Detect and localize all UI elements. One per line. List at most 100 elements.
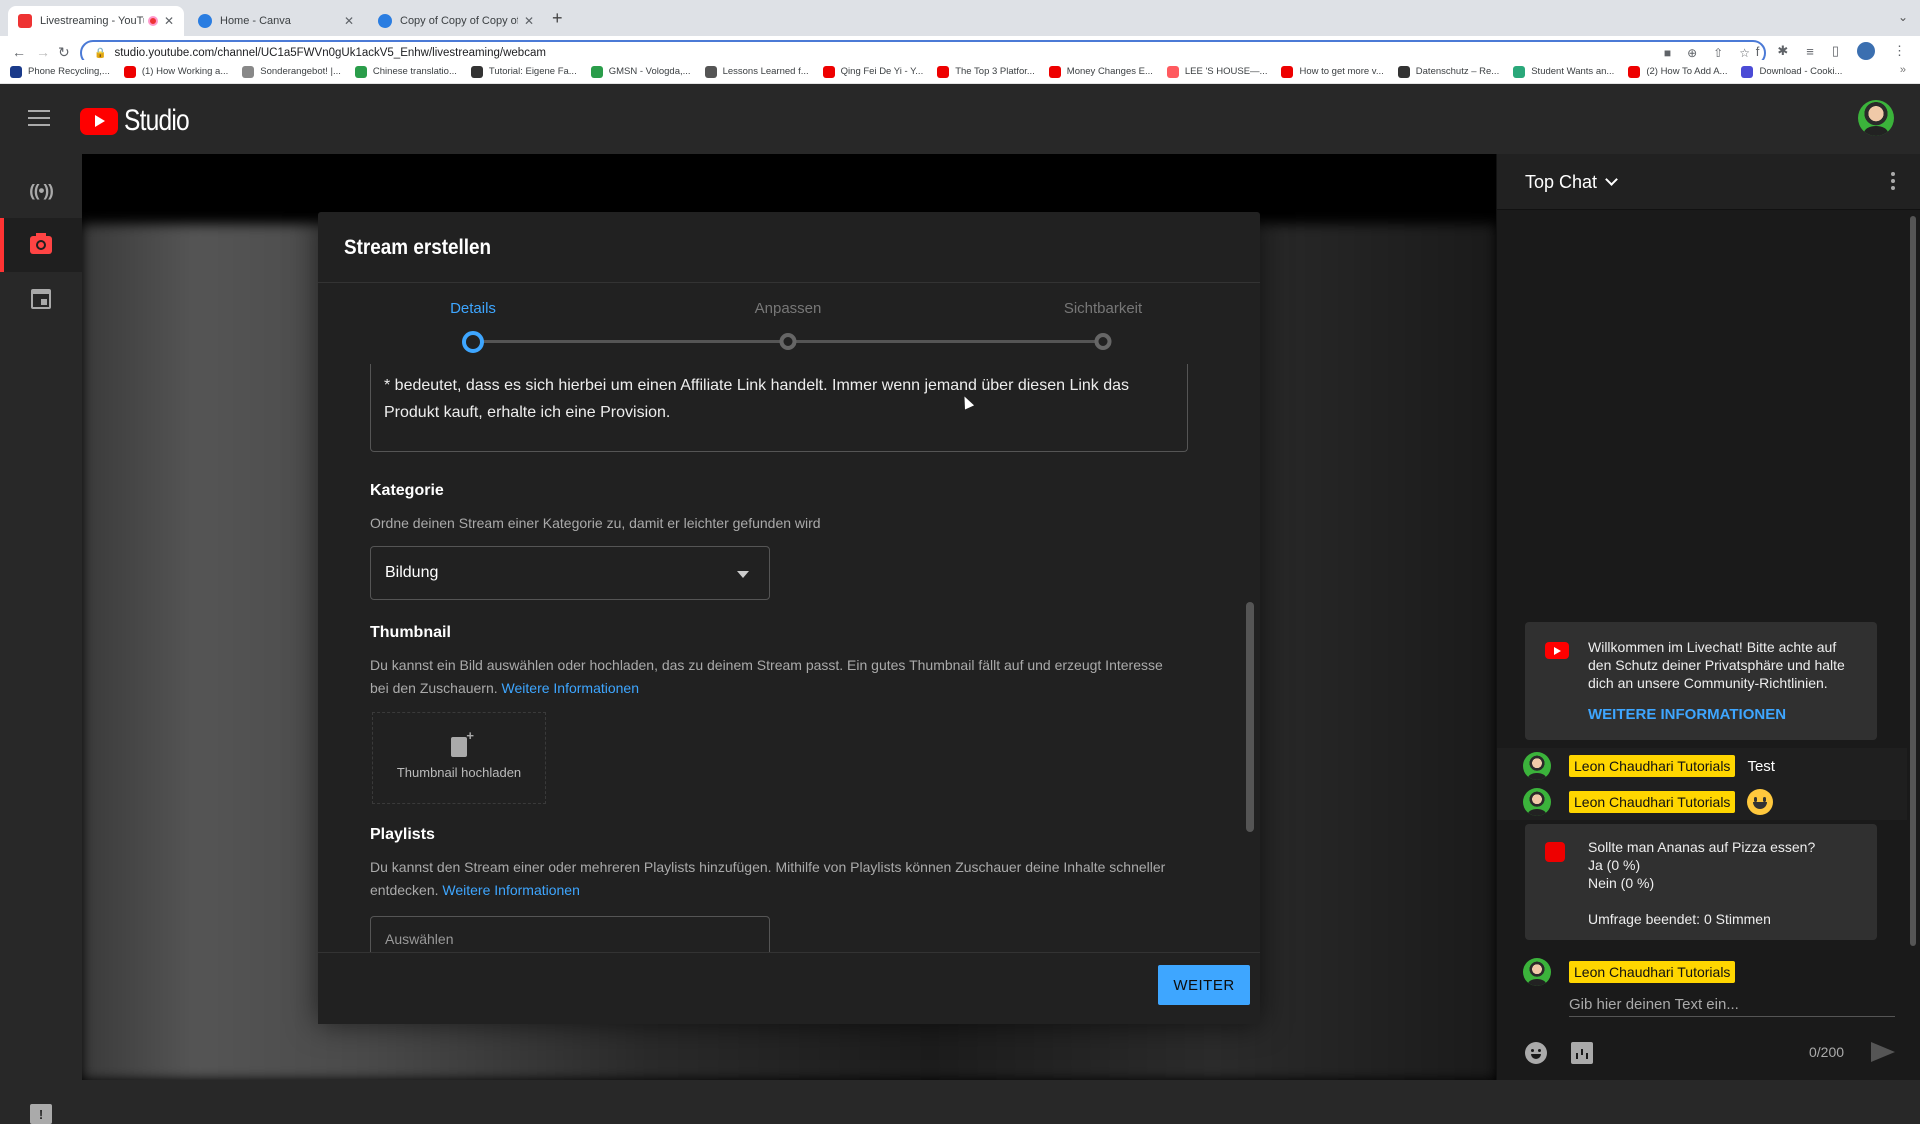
reload-button[interactable]: ↻ (58, 44, 70, 61)
poll-option: Ja (0 %) (1588, 857, 1641, 873)
back-button[interactable]: ← (12, 44, 26, 60)
add-photo-icon (451, 728, 474, 757)
poll-option: Nein (0 %) (1588, 875, 1655, 891)
bookmark-item[interactable]: GMSN - Vologda,... (590, 65, 691, 78)
poll-icon (1545, 842, 1565, 862)
bookmark-item[interactable]: Sonderangebot! |... (242, 65, 341, 78)
character-counter: 0/200 (1809, 1044, 1845, 1060)
browser-tab[interactable]: Copy of Copy of Copy of Copy ✕ (368, 6, 544, 36)
url-text: studio.youtube.com/channel/UC1a5FWVn0gUk… (114, 47, 546, 59)
nav-webcam[interactable] (0, 218, 82, 272)
browser-tab[interactable]: Livestreaming - YouTube Studio ✕ (8, 6, 184, 36)
step-visibility[interactable]: Sichtbarkeit (1064, 300, 1142, 317)
chat-mode-dropdown[interactable]: Top Chat (1525, 172, 1618, 193)
create-poll-icon[interactable] (1571, 1042, 1593, 1064)
feedback-icon[interactable]: ! (30, 1104, 52, 1124)
camera-icon[interactable]: ■ (1664, 46, 1671, 60)
bookmark-item[interactable]: Download - Cooki... (1741, 65, 1842, 78)
profile-avatar[interactable] (1857, 42, 1875, 60)
new-tab-button[interactable]: + (552, 8, 563, 29)
next-button[interactable]: WEITER (1158, 965, 1250, 1005)
poll-status: Umfrage beendet: 0 Stimmen (1588, 911, 1771, 927)
bookmark-item[interactable]: Phone Recycling,... (10, 65, 110, 78)
close-tab-icon[interactable]: ✕ (344, 14, 354, 28)
emoji-icon[interactable] (1525, 1042, 1547, 1064)
send-icon[interactable] (1871, 1042, 1895, 1062)
youtube-logo-icon (1545, 642, 1569, 659)
bookmarks-bar: Phone Recycling,... (1) How Working a... S… (0, 60, 1920, 84)
chevron-down-icon (1605, 173, 1618, 186)
bookmark-item[interactable]: The Top 3 Platfor... (937, 65, 1035, 78)
studio-logo[interactable]: Studio (80, 104, 203, 138)
bookmark-item[interactable]: Qing Fei De Yi - Y... (822, 65, 923, 78)
account-avatar[interactable] (1858, 100, 1894, 136)
create-stream-dialog: Stream erstellen Details Anpassen Sichtb… (318, 212, 1260, 1024)
thumbnail-learn-more-link[interactable]: Weitere Informationen (502, 680, 639, 696)
bookmark-star-icon[interactable]: ☆ (1739, 46, 1750, 60)
message-text: Test (1747, 757, 1775, 775)
category-title: Kategorie (370, 482, 444, 499)
share-icon[interactable]: ⇧ (1713, 46, 1723, 60)
chat-input[interactable] (1569, 996, 1889, 1013)
bookmark-item[interactable]: LEE 'S HOUSE—... (1166, 65, 1267, 78)
dropdown-caret-icon (737, 571, 749, 578)
bookmark-item[interactable]: (1) How Working a... (123, 65, 228, 78)
o2-icon (10, 65, 22, 78)
bookmark-label: Tutorial: Eigene Fa... (488, 66, 577, 77)
bookmark-label: Student Wants an... (1531, 66, 1615, 77)
bookmark-item[interactable]: Money Changes E... (1048, 65, 1153, 78)
menu-icon[interactable] (28, 110, 50, 126)
poll-card: Sollte man Ananas auf Pizza essen? Ja (0… (1525, 824, 1877, 940)
youtube-icon (123, 65, 136, 78)
bookmark-label: Datenschutz – Re... (1415, 66, 1500, 77)
extensions-puzzle-icon[interactable]: ✱ (1777, 43, 1788, 59)
playlists-learn-more-link[interactable]: Weitere Informationen (442, 882, 579, 898)
category-select[interactable]: Bildung (370, 546, 770, 600)
author-avatar (1523, 752, 1551, 780)
side-panel-icon[interactable]: ▯ (1832, 43, 1839, 59)
chat-header: Top Chat (1497, 154, 1920, 210)
chat-message[interactable]: Leon Chaudhari Tutorials (1497, 784, 1907, 820)
welcome-card: Willkommen im Livechat! Bitte achte auf … (1525, 622, 1877, 740)
nav-manage[interactable] (0, 272, 82, 326)
step-details[interactable]: Details (450, 300, 496, 317)
tab-search-icon[interactable]: ⌄ (1898, 10, 1908, 24)
dialog-scrollbar[interactable] (1246, 602, 1254, 832)
bookmark-item[interactable]: Datenschutz – Re... (1397, 65, 1500, 78)
close-tab-icon[interactable]: ✕ (524, 14, 534, 28)
thumbnail-title: Thumbnail (370, 624, 451, 641)
bookmark-item[interactable]: Tutorial: Eigene Fa... (470, 65, 577, 78)
step-dot-customize[interactable] (779, 333, 797, 350)
more-bookmarks-icon[interactable]: » (1900, 64, 1906, 76)
chat-message[interactable]: Leon Chaudhari Tutorials Test (1497, 748, 1907, 784)
bookmark-item[interactable]: Lessons Learned f... (704, 65, 809, 78)
playlists-placeholder: Auswählen (385, 931, 454, 947)
description-field[interactable]: * bedeutet, dass es sich hierbei um eine… (370, 364, 1188, 452)
step-dot-visibility[interactable] (1094, 333, 1112, 350)
youtube-icon (1628, 65, 1641, 78)
step-dot-details[interactable] (462, 331, 484, 353)
more-options-icon[interactable] (1891, 172, 1895, 190)
playlists-select[interactable]: Auswählen (370, 916, 770, 952)
media-control-icon[interactable]: ≡ (1806, 44, 1814, 59)
zoom-icon[interactable]: ⊕ (1687, 46, 1697, 60)
browser-tab[interactable]: Home - Canva ✕ (188, 6, 364, 36)
browser-menu-icon[interactable]: ⋮ (1893, 43, 1906, 59)
clock-icon (242, 65, 255, 78)
forward-button[interactable]: → (36, 44, 50, 60)
upload-thumbnail-button[interactable]: Thumbnail hochladen (372, 712, 546, 804)
bookmark-item[interactable]: Chinese translatio... (354, 65, 457, 78)
welcome-learn-more-link[interactable]: WEITERE INFORMATIONEN (1588, 706, 1786, 723)
facebook-extension-icon[interactable]: f (1756, 44, 1760, 59)
chat-scrollbar[interactable] (1910, 216, 1916, 946)
close-tab-icon[interactable]: ✕ (164, 14, 174, 28)
bookmark-item[interactable]: Student Wants an... (1513, 65, 1615, 78)
bookmark-label: (2) How To Add A... (1646, 66, 1728, 77)
nav-stream[interactable]: ((•)) (0, 164, 82, 218)
bookmark-item[interactable]: How to get more v... (1281, 65, 1384, 78)
upwork-icon (590, 65, 603, 78)
author-badge: Leon Chaudhari Tutorials (1569, 791, 1736, 813)
thumbnail-subtitle-text: Du kannst ein Bild auswählen oder hochla… (370, 657, 1163, 696)
step-customize[interactable]: Anpassen (755, 300, 822, 317)
bookmark-item[interactable]: (2) How To Add A... (1628, 65, 1728, 78)
